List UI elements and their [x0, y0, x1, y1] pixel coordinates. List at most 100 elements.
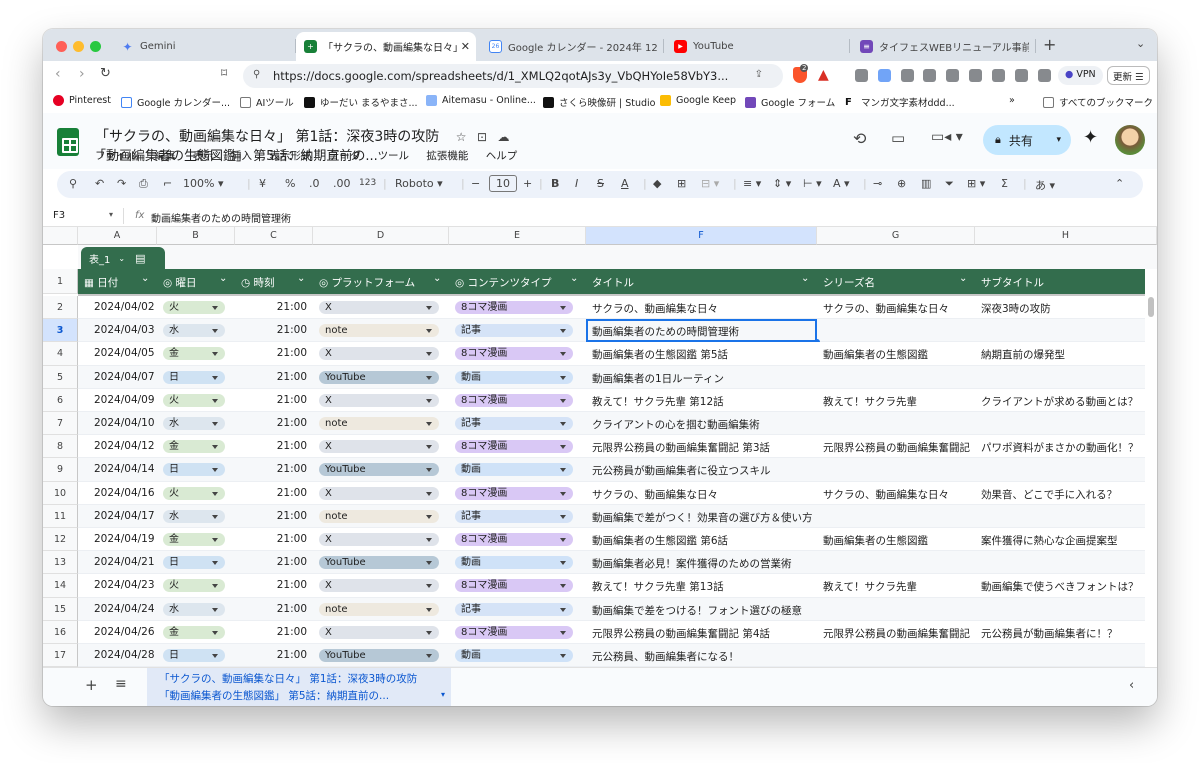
- zoom-select[interactable]: 100% ▾: [183, 177, 223, 190]
- cell-series[interactable]: [817, 417, 975, 432]
- new-tab-icon[interactable]: +: [1043, 35, 1056, 54]
- cell-date[interactable]: 2024/04/16: [78, 487, 157, 502]
- row-header[interactable]: 9: [43, 458, 78, 482]
- sidebar-icon[interactable]: [992, 69, 1005, 82]
- all-sheets-icon[interactable]: ≡: [115, 676, 127, 692]
- italic-icon[interactable]: I: [575, 177, 578, 190]
- day-chip[interactable]: 水: [163, 417, 225, 430]
- cell-platform[interactable]: X: [313, 347, 449, 362]
- row-header[interactable]: 16: [43, 620, 78, 644]
- cell-date[interactable]: 2024/04/12: [78, 440, 157, 455]
- cell-time[interactable]: 21:00: [235, 440, 313, 455]
- cell-sub[interactable]: [975, 649, 1157, 664]
- functions-icon[interactable]: Σ: [1001, 177, 1008, 190]
- platform-chip[interactable]: X: [319, 625, 439, 639]
- font-select[interactable]: Roboto ▾: [395, 177, 443, 190]
- cell-date[interactable]: 2024/04/09: [78, 394, 157, 409]
- cell-type[interactable]: 8コマ漫画: [449, 440, 586, 455]
- bookmark-sakura-studio[interactable]: さくら映像研 | Studio: [543, 95, 656, 109]
- cell-time[interactable]: 21:00: [235, 301, 313, 316]
- cell-date[interactable]: 2024/04/19: [78, 533, 157, 548]
- browser-tab-gemini[interactable]: ✦ Gemini: [113, 32, 293, 61]
- column-header-b[interactable]: B: [157, 227, 235, 245]
- cell-day[interactable]: 火: [157, 301, 235, 316]
- cell-platform[interactable]: note: [313, 324, 449, 339]
- cell-type[interactable]: 動画: [449, 370, 586, 386]
- share-page-icon[interactable]: ⇪: [755, 69, 763, 80]
- cell-date[interactable]: 2024/04/23: [78, 579, 157, 594]
- cell-title[interactable]: 教えて！サクラ先輩 第13話: [586, 579, 817, 594]
- translate-icon[interactable]: [878, 69, 891, 82]
- content-type-chip[interactable]: 動画: [455, 556, 573, 570]
- column-header-platform[interactable]: ◎ プラットフォーム: [319, 275, 445, 290]
- day-chip[interactable]: 水: [163, 509, 225, 523]
- strikethrough-icon[interactable]: S: [597, 177, 604, 190]
- content-type-chip[interactable]: 記事: [455, 602, 573, 616]
- day-chip[interactable]: 日: [163, 556, 225, 570]
- day-chip[interactable]: 金: [163, 440, 225, 454]
- cell-day[interactable]: 水: [157, 602, 235, 618]
- print-icon[interactable]: ⎙: [139, 177, 148, 191]
- cell-series[interactable]: [817, 603, 975, 618]
- bookmark-yudai[interactable]: ゆーだい まるやまさ...: [304, 95, 418, 109]
- gemini-sparkle-icon[interactable]: ✦: [1083, 127, 1098, 148]
- menu-extensions[interactable]: 拡張機能: [426, 150, 468, 162]
- extension-t-icon[interactable]: [855, 69, 868, 82]
- cell-time[interactable]: 21:00: [235, 347, 313, 362]
- cell-time[interactable]: 21:00: [235, 463, 313, 478]
- cell-series[interactable]: [817, 324, 975, 339]
- platform-chip[interactable]: note: [319, 602, 439, 616]
- day-chip[interactable]: 日: [163, 370, 225, 384]
- text-rotation-icon[interactable]: A ▾: [833, 177, 850, 190]
- cell-date[interactable]: 2024/04/17: [78, 510, 157, 525]
- platform-chip[interactable]: YouTube: [319, 649, 439, 662]
- borders-icon[interactable]: ⊞: [677, 177, 686, 190]
- content-type-chip[interactable]: 動画: [455, 370, 573, 384]
- row-header[interactable]: 11: [43, 504, 78, 528]
- cell-type[interactable]: 記事: [449, 417, 586, 432]
- bookmark-pinterest[interactable]: Pinterest: [53, 95, 111, 106]
- column-menu-chevron-icon[interactable]: ⌄: [297, 273, 305, 284]
- name-box[interactable]: F3: [53, 210, 65, 221]
- percent-format-button[interactable]: %: [285, 177, 295, 190]
- name-box-dropdown-icon[interactable]: ▾: [109, 210, 113, 219]
- brave-rewards-icon[interactable]: ▲: [818, 67, 829, 83]
- eyedropper-icon[interactable]: [901, 69, 914, 82]
- cell-title[interactable]: サクラの、動画編集な日々: [586, 301, 817, 316]
- row-header[interactable]: 6: [43, 388, 78, 412]
- cell-day[interactable]: 水: [157, 417, 235, 432]
- content-type-chip[interactable]: 8コマ漫画: [455, 440, 573, 454]
- column-header-a[interactable]: A: [78, 227, 157, 245]
- cell-date[interactable]: 2024/04/07: [78, 371, 157, 386]
- row-header[interactable]: 8: [43, 435, 78, 459]
- bookmark-forms[interactable]: Google フォーム: [745, 95, 835, 109]
- column-header-e[interactable]: E: [449, 227, 586, 245]
- cell-title[interactable]: 動画編集で差がつく！効果音の選び方＆使い方: [586, 510, 817, 525]
- row-header[interactable]: 2: [43, 296, 78, 320]
- cell-platform[interactable]: X: [313, 301, 449, 316]
- cell-platform[interactable]: X: [313, 486, 449, 502]
- cell-day[interactable]: 金: [157, 533, 235, 548]
- cell-type[interactable]: 8コマ漫画: [449, 579, 586, 594]
- content-type-chip[interactable]: 記事: [455, 324, 573, 338]
- leo-ai-icon[interactable]: [1038, 69, 1051, 82]
- column-header-subtitle[interactable]: サブタイトル: [981, 275, 1153, 290]
- platform-chip[interactable]: YouTube: [319, 463, 439, 477]
- column-menu-chevron-icon[interactable]: ⌄: [219, 273, 227, 284]
- cell-sub[interactable]: [975, 371, 1157, 386]
- platform-chip[interactable]: X: [319, 486, 439, 500]
- cell-title[interactable]: 動画編集者必見！案件獲得のための営業術: [586, 556, 817, 571]
- cell-type[interactable]: 動画: [449, 556, 586, 571]
- cell-time[interactable]: 21:00: [235, 533, 313, 548]
- cell-day[interactable]: 日: [157, 556, 235, 571]
- platform-chip[interactable]: note: [319, 324, 439, 338]
- cell-sub[interactable]: 動画編集で使うべきフォントは？: [975, 579, 1157, 594]
- cell-sub[interactable]: [975, 603, 1157, 618]
- cell-day[interactable]: 日: [157, 463, 235, 478]
- bookmark-aitemasu[interactable]: Aitemasu - Online...: [426, 95, 536, 106]
- cell-type[interactable]: 8コマ漫画: [449, 301, 586, 316]
- cell-title[interactable]: 動画編集者の生態図鑑 第5話: [586, 347, 817, 362]
- vpn-button[interactable]: ● VPN: [1058, 66, 1103, 85]
- day-chip[interactable]: 日: [163, 649, 225, 662]
- cell-series[interactable]: サクラの、動画編集な日々: [817, 301, 975, 316]
